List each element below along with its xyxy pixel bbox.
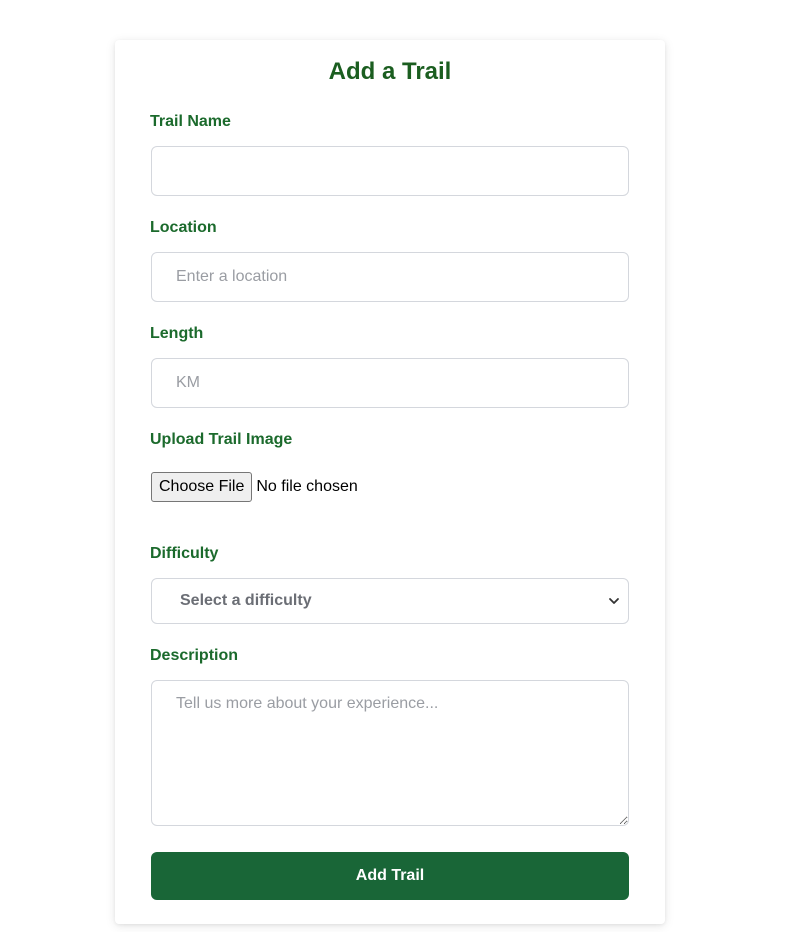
difficulty-selected-value: Select a difficulty — [180, 592, 312, 609]
trail-name-input[interactable] — [151, 146, 629, 196]
length-label: Length — [150, 325, 204, 342]
chevron-down-icon — [608, 595, 620, 607]
add-trail-button[interactable]: Add Trail — [151, 852, 629, 900]
location-input[interactable] — [151, 252, 629, 302]
difficulty-select[interactable]: Select a difficulty — [151, 578, 629, 624]
upload-image-label: Upload Trail Image — [150, 431, 293, 448]
file-picker: Choose File No file chosen — [151, 472, 358, 502]
file-status-text: No file chosen — [256, 478, 358, 495]
form-title: Add a Trail — [328, 58, 452, 85]
location-label: Location — [150, 219, 217, 236]
description-label: Description — [150, 647, 239, 664]
description-textarea[interactable] — [151, 680, 629, 826]
choose-file-button[interactable]: Choose File — [151, 472, 253, 502]
difficulty-label: Difficulty — [150, 545, 219, 562]
trail-name-label: Trail Name — [150, 113, 231, 130]
add-trail-card: Add a Trail Trail Name Location Length U… — [115, 40, 665, 924]
length-input[interactable] — [151, 358, 629, 408]
